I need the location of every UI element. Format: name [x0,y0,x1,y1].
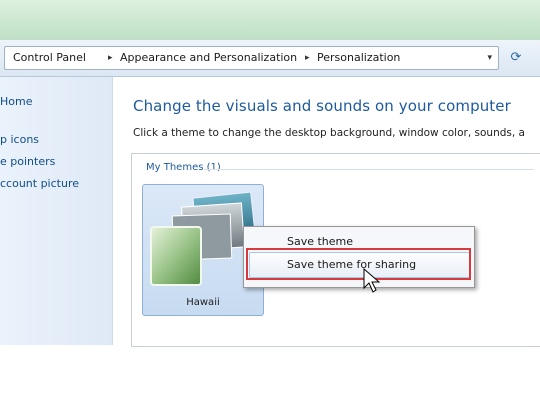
sidebar-link-home[interactable]: Home [0,95,32,108]
sidebar-link-account-picture[interactable]: ccount picture [0,177,79,190]
page-description: Click a theme to change the desktop back… [133,127,525,139]
group-label-my-themes: My Themes (1) [146,162,221,173]
chevron-right-icon[interactable]: ▸ [305,53,310,63]
sidebar-link-desktop-icons[interactable]: p icons [0,133,39,146]
sidebar: Home p icons e pointers ccount picture [0,77,113,345]
address-field[interactable]: Control Panel ▸ Appearance and Personali… [4,46,499,70]
address-bar: Control Panel ▸ Appearance and Personali… [0,40,540,77]
page-title: Change the visuals and sounds on your co… [133,97,511,115]
menu-item-save-theme[interactable]: Save theme [287,235,353,248]
breadcrumb-appearance[interactable]: Appearance and Personalization [120,51,297,64]
highlight-annotation [246,248,471,280]
chevron-down-icon[interactable]: ▾ [487,53,492,63]
mouse-pointer-icon [363,268,381,293]
sidebar-link-mouse-pointers[interactable]: e pointers [0,155,55,168]
chevron-right-icon[interactable]: ▸ [108,53,113,63]
window-title-bar [0,0,540,40]
breadcrumb-personalization[interactable]: Personalization [317,51,400,64]
group-divider [204,169,534,170]
breadcrumb-control-panel[interactable]: Control Panel [13,51,86,64]
main-content: Change the visuals and sounds on your co… [113,77,540,347]
refresh-icon[interactable]: ⟳ [505,48,527,68]
theme-name: Hawaii [186,297,220,308]
